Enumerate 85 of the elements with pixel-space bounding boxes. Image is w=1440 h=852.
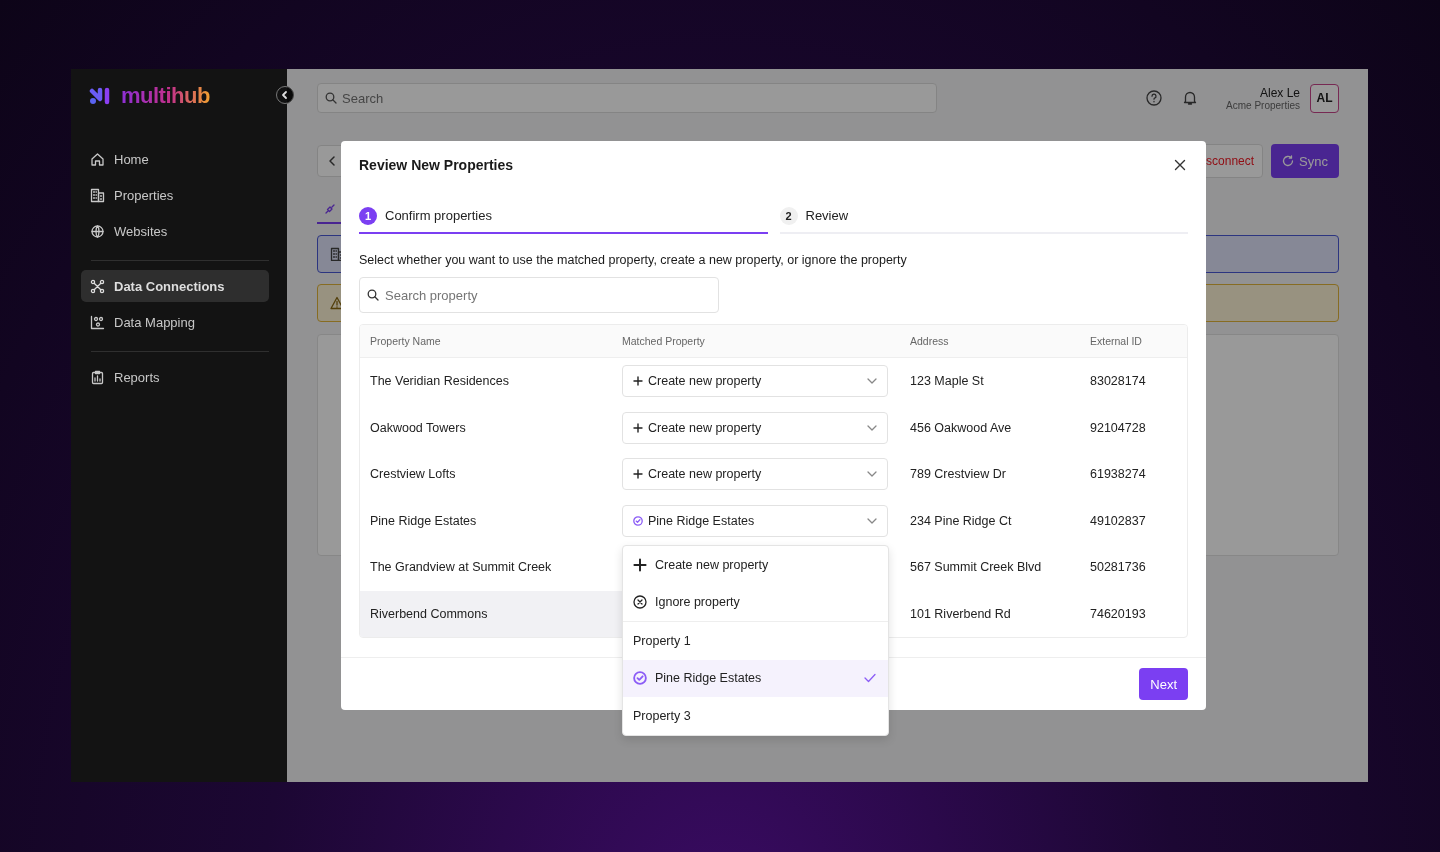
step-number: 2 [779, 206, 798, 225]
close-button[interactable] [1172, 157, 1188, 173]
chart-dots-icon [90, 314, 105, 330]
table-cell-text: 123 Maple St [910, 374, 985, 389]
notifications-button[interactable] [1182, 90, 1199, 106]
dropdown-option[interactable]: Property 1 [623, 622, 888, 660]
property-select[interactable]: Create new property [622, 411, 888, 444]
table-cell: Riverbend Commons [360, 590, 622, 637]
nodes-icon [90, 278, 105, 294]
refresh-icon [1282, 155, 1295, 167]
help-icon [1146, 90, 1163, 106]
column-header: Address [910, 335, 950, 347]
table-cell-text: Oakwood Towers [369, 419, 467, 437]
property-select[interactable]: Pine Ridge Estates [622, 504, 888, 537]
building-icon [330, 247, 344, 261]
building-icon [90, 187, 105, 203]
table-cell-text: 567 Summit Creek Blvd [910, 560, 1043, 575]
property-select[interactable]: Create new property [622, 458, 888, 491]
property-select[interactable]: Create new property [622, 365, 888, 398]
help-button[interactable] [1146, 90, 1163, 106]
user-name: Alex Le [1259, 85, 1300, 100]
house-icon [90, 151, 105, 167]
step-tab[interactable]: 1 Confirm properties [359, 199, 768, 234]
table-cell-text: Pine Ridge Estates [369, 512, 478, 530]
plus-icon [633, 376, 643, 387]
plus-icon [633, 422, 643, 433]
search-field[interactable]: Search [317, 83, 937, 113]
table-cell-text: 83028174 [1090, 374, 1147, 389]
chevron-down-icon [867, 471, 877, 478]
chevron-left-icon [327, 155, 337, 167]
dropdown-option[interactable]: Pine Ridge Estates [623, 659, 888, 697]
sidebar-item[interactable]: Data Mapping [81, 306, 269, 338]
dropdown-option[interactable]: Ignore property [623, 583, 888, 621]
search-icon [367, 289, 379, 301]
sidebar-item[interactable]: Data Connections [81, 270, 269, 302]
check-circle-icon [633, 515, 643, 526]
plug-icon [324, 203, 336, 215]
organization-name: Acme Properties [1226, 99, 1300, 111]
sidebar-item[interactable]: Reports [81, 361, 269, 393]
chevron-left-icon [280, 90, 290, 100]
column-header: External ID [1090, 335, 1143, 347]
table-cell-text: 456 Oakwood Ave [910, 420, 1013, 435]
logo-mark-icon [89, 87, 111, 105]
close-icon [1174, 159, 1186, 171]
check-circle-icon [633, 671, 647, 686]
table-cell-text: 50281736 [1090, 560, 1147, 575]
column-header: Matched Property [622, 335, 706, 347]
plus-icon [633, 557, 647, 572]
dropdown-option[interactable]: Create new property [623, 546, 888, 584]
step-number: 1 [359, 206, 377, 225]
table-cell-text: Crestview Lofts [369, 466, 457, 484]
globe-icon [90, 223, 105, 239]
user-avatar[interactable]: AL [1310, 83, 1339, 113]
instructions-text: Select whether you want to use the matched property, create a new property, or ignore the property [359, 253, 908, 267]
sync-button[interactable]: Sync [1271, 144, 1339, 178]
table-cell-text: 61938274 [1090, 467, 1147, 482]
table-cell-text: 92104728 [1090, 420, 1147, 435]
chevron-down-icon [867, 424, 877, 431]
sidebar-item[interactable]: Properties [81, 179, 269, 211]
next-button[interactable]: Next [1139, 668, 1188, 700]
warning-icon [330, 296, 344, 310]
chevron-down-icon [867, 517, 877, 524]
sidebar-item[interactable]: Websites [81, 215, 269, 247]
step-label: Review [805, 208, 849, 223]
sidebar-item[interactable]: Home [81, 143, 269, 175]
search-field[interactable]: Search property [359, 277, 719, 313]
report-icon [90, 369, 105, 385]
modal-title: Review New Properties [359, 157, 514, 173]
table-cell-text: 49102837 [1090, 513, 1147, 528]
table-cell-text: The Grandview at Summit Creek [369, 559, 553, 577]
chevron-down-icon [867, 378, 877, 385]
checkmark-icon [864, 673, 876, 684]
table-cell-text: 789 Crestview Dr [910, 467, 1007, 482]
dropdown-option[interactable]: Property 3 [623, 697, 888, 735]
bell-icon [1182, 90, 1199, 106]
table-cell-text: 101 Riverbend Rd [910, 606, 1012, 621]
plus-icon [633, 469, 643, 480]
search-icon [325, 92, 337, 104]
table-cell-text: 234 Pine Ridge Ct [910, 513, 1013, 528]
x-circle-icon [633, 595, 647, 610]
table-cell-text: The Veridian Residences [369, 373, 510, 391]
step-tab[interactable]: 2 Review [779, 199, 1188, 234]
table-cell-text: 74620193 [1090, 606, 1147, 621]
column-header: Property Name [370, 335, 442, 347]
step-label: Confirm properties [385, 208, 492, 223]
